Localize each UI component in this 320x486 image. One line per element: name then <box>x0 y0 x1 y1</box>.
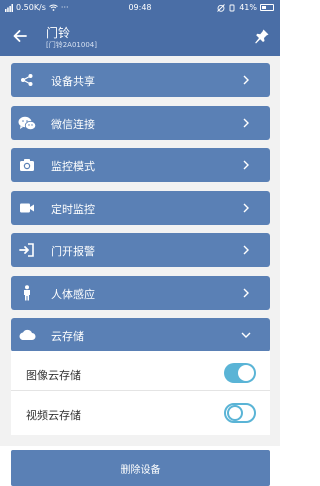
menu-item-device-share[interactable]: 设备共享 <box>11 63 270 97</box>
status-bar-right: 41% <box>217 3 274 12</box>
image-cloud-storage-row: 图像云存储 <box>11 355 270 391</box>
toggle-knob <box>238 365 254 381</box>
chevron-right-icon <box>240 202 252 214</box>
menu-item-label: 门开报警 <box>51 245 95 258</box>
wechat-icon <box>18 114 36 132</box>
image-cloud-storage-label: 图像云存储 <box>26 369 81 382</box>
menu-item-label: 微信连接 <box>51 118 95 131</box>
person-icon <box>18 284 36 302</box>
alarm-off-icon <box>217 3 226 12</box>
page-title: 门铃 <box>46 26 71 40</box>
menu-item-label: 云存储 <box>51 330 84 343</box>
menu-item-scheduled-monitor[interactable]: 定时监控 <box>11 191 270 225</box>
chevron-right-icon <box>240 117 252 129</box>
menu-item-label: 人体感应 <box>51 288 95 301</box>
video-cloud-storage-label: 视频云存储 <box>26 409 81 422</box>
battery-icon <box>260 4 274 11</box>
video-cloud-storage-row: 视频云存储 <box>11 395 270 431</box>
pin-icon <box>255 29 269 44</box>
cloud-storage-panel: 图像云存储 视频云存储 <box>11 351 270 435</box>
chevron-right-icon <box>240 244 252 256</box>
chevron-right-icon <box>240 74 252 86</box>
chevron-right-icon <box>240 287 252 299</box>
camera-icon <box>18 156 36 174</box>
image-cloud-storage-toggle[interactable] <box>224 363 256 383</box>
menu-item-motion-sensor[interactable]: 人体感应 <box>11 276 270 310</box>
toggle-knob <box>227 405 243 421</box>
battery-percent: 41% <box>239 3 257 12</box>
chevron-down-icon <box>240 329 252 341</box>
door-enter-icon <box>18 241 36 259</box>
device-id: [门铃2A01004] <box>46 41 97 49</box>
menu-item-label: 设备共享 <box>51 75 95 88</box>
video-cloud-storage-toggle[interactable] <box>224 403 256 423</box>
vibrate-icon <box>229 4 235 11</box>
chevron-right-icon <box>240 159 252 171</box>
video-camera-icon <box>18 199 36 217</box>
menu-item-monitor-mode[interactable]: 监控模式 <box>11 148 270 182</box>
menu-item-label: 监控模式 <box>51 160 95 173</box>
status-bar: 0.50K/s ··· 09:48 41% <box>0 0 280 16</box>
app-header: 门铃 [门铃2A01004] <box>0 16 280 56</box>
menu-item-wechat[interactable]: 微信连接 <box>11 106 270 140</box>
back-arrow-icon <box>13 30 27 42</box>
cloud-icon <box>18 326 36 344</box>
menu-item-label: 定时监控 <box>51 203 95 216</box>
menu-item-door-alarm[interactable]: 门开报警 <box>11 233 270 267</box>
back-button[interactable] <box>8 24 32 48</box>
menu-item-cloud-storage[interactable]: 云存储 <box>11 318 270 352</box>
pin-button[interactable] <box>250 24 274 48</box>
delete-device-button[interactable]: 删除设备 <box>11 450 270 486</box>
share-icon <box>18 71 36 89</box>
